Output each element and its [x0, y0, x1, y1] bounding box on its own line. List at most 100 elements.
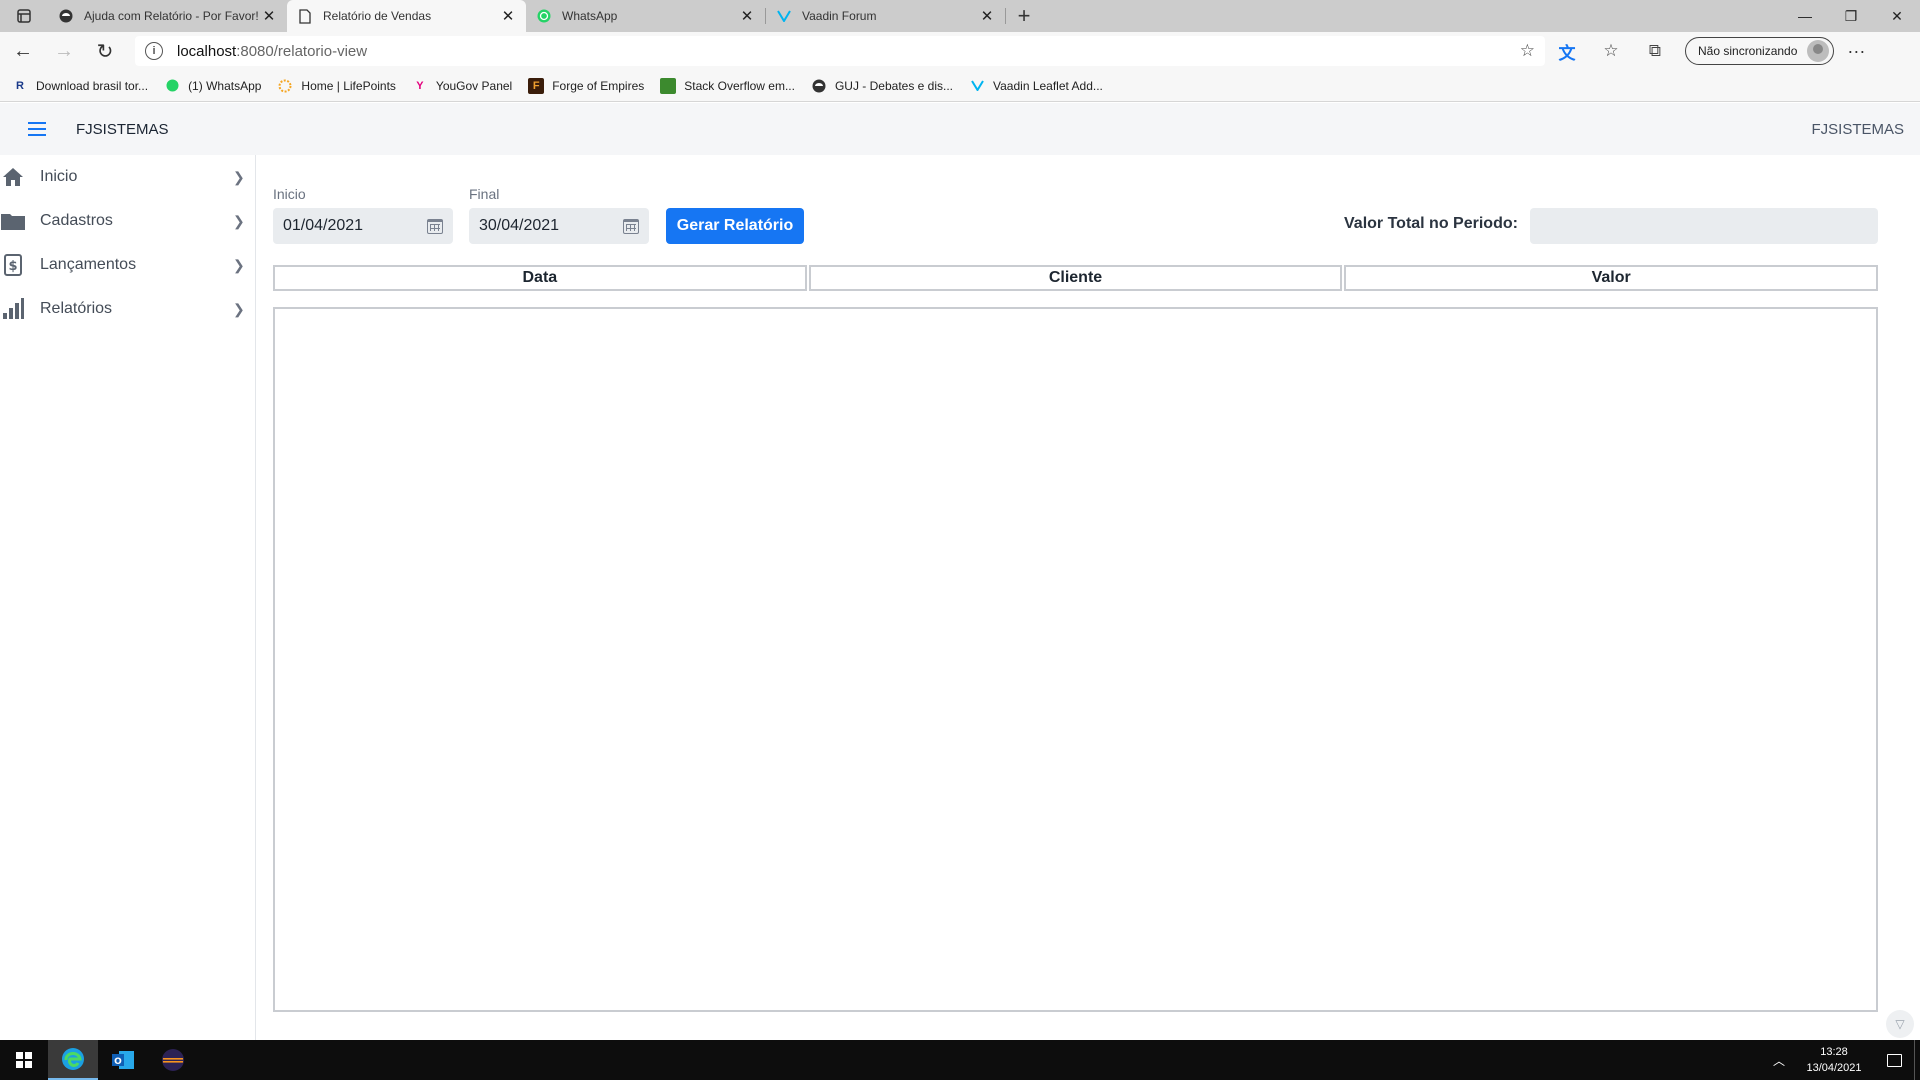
bookmark-label: Forge of Empires — [552, 78, 645, 93]
bookmark-item[interactable]: GUJ - Debates e dis... — [811, 78, 953, 94]
bookmark-item[interactable]: (1) WhatsApp — [164, 78, 261, 94]
avatar — [1807, 40, 1830, 62]
browser-tab[interactable]: Vaadin Forum ✕ — [766, 0, 1005, 32]
end-date-field[interactable]: 30/04/2021 — [469, 208, 649, 244]
bookmark-item[interactable]: Stack Overflow em... — [660, 77, 795, 94]
address-bar[interactable]: i localhost:8080/relatorio-view ☆ — [135, 36, 1545, 66]
close-tab-icon[interactable]: ✕ — [500, 7, 516, 25]
svg-text:$: $ — [8, 259, 17, 274]
notification-icon[interactable] — [1874, 1053, 1914, 1067]
outlook-taskbar-icon[interactable]: O — [98, 1040, 148, 1080]
close-tab-icon[interactable]: ✕ — [979, 7, 995, 25]
forum-icon — [58, 8, 74, 24]
folder-icon — [0, 209, 26, 233]
chevron-up-icon[interactable]: ︿ — [1764, 1052, 1794, 1069]
browser-tab[interactable]: WhatsApp ✕ — [526, 0, 765, 32]
forge-of-empires-icon: F — [528, 77, 545, 94]
whatsapp-icon — [164, 78, 180, 94]
table-body[interactable] — [273, 307, 1878, 1012]
vaadin-icon — [969, 78, 985, 94]
bookmark-item[interactable]: R Download brasil tor... — [12, 78, 148, 94]
stack-overflow-icon — [660, 77, 677, 94]
tab-actions-icon[interactable] — [0, 0, 48, 32]
favorites-icon[interactable]: ☆ — [1589, 41, 1633, 61]
clock-date: 13/04/2021 — [1806, 1062, 1862, 1074]
translate-icon[interactable]: 文 — [1545, 39, 1589, 64]
sidebar-item-label: Inicio — [40, 168, 78, 185]
menu-toggle-icon[interactable] — [28, 122, 46, 136]
browser-tab-strip: Ajuda com Relatório - Por Favor! ✕ Relat… — [0, 0, 1920, 32]
app-title: FJSISTEMAS — [76, 120, 169, 138]
start-date-label: Inicio — [273, 186, 306, 202]
site-info-icon[interactable]: i — [145, 42, 163, 60]
bookmark-item[interactable]: Y YouGov Panel — [412, 78, 512, 94]
bookmark-label: YouGov Panel — [435, 78, 513, 93]
browser-tab[interactable]: Ajuda com Relatório - Por Favor! ✕ — [48, 0, 287, 32]
collections-icon[interactable]: ⧉ — [1633, 41, 1677, 61]
bookmark-item[interactable]: Home | LifePoints — [277, 78, 396, 94]
tab-title: WhatsApp — [562, 9, 618, 23]
whatsapp-icon — [536, 8, 552, 24]
calendar-icon[interactable] — [623, 218, 639, 234]
sidebar-item-cadastros[interactable]: Cadastros ❯ — [0, 199, 255, 243]
close-window-icon[interactable]: ✕ — [1874, 0, 1920, 32]
sidebar-item-inicio[interactable]: Inicio ❯ — [0, 155, 255, 199]
app-title-right: FJSISTEMAS — [1811, 120, 1904, 138]
clock[interactable]: 13:28 13/04/2021 — [1794, 1044, 1874, 1076]
tab-title: Ajuda com Relatório - Por Favor! — [84, 9, 259, 23]
sidebar-item-label: Cadastros — [40, 212, 113, 229]
minimize-icon[interactable]: — — [1782, 0, 1828, 32]
yougov-icon: Y — [416, 79, 424, 92]
forward-icon[interactable]: → — [46, 35, 82, 67]
edge-taskbar-icon[interactable] — [48, 1040, 98, 1080]
close-tab-icon[interactable]: ✕ — [739, 7, 755, 25]
browser-tab-active[interactable]: Relatório de Vendas ✕ — [287, 0, 526, 32]
profile-sync-button[interactable]: Não sincronizando — [1685, 37, 1835, 65]
page-icon — [297, 8, 313, 24]
add-favorite-icon[interactable]: ☆ — [1520, 41, 1535, 61]
bookmark-item[interactable]: Vaadin Leaflet Add... — [969, 78, 1103, 94]
sync-label: Não sincronizando — [1698, 44, 1798, 58]
bookmark-item[interactable]: F Forge of Empires — [528, 77, 645, 94]
home-icon — [0, 165, 26, 189]
sidebar-item-label: Relatórios — [40, 300, 113, 317]
total-period-label: Valor Total no Periodo: — [1344, 215, 1518, 232]
chevron-right-icon: ❯ — [233, 300, 245, 317]
restore-icon[interactable]: ❐ — [1828, 0, 1874, 32]
bookmark-label: GUJ - Debates e dis... — [834, 78, 954, 93]
guj-icon — [811, 78, 827, 94]
close-tab-icon[interactable]: ✕ — [261, 7, 277, 25]
r-logo-icon: R — [16, 79, 24, 92]
new-tab-icon[interactable]: + — [1006, 0, 1042, 32]
windows-logo-icon — [16, 1052, 32, 1068]
windows-taskbar: O ︿ 13:28 13/04/2021 — [0, 1040, 1920, 1080]
sidebar: Inicio ❯ Cadastros ❯ $ Lançamentos ❯ Rel… — [0, 155, 256, 1040]
sidebar-item-lancamentos[interactable]: $ Lançamentos ❯ — [0, 243, 255, 287]
end-date-value: 30/04/2021 — [479, 217, 560, 234]
back-icon[interactable]: ← — [5, 35, 41, 67]
bookmark-label: Vaadin Leaflet Add... — [993, 78, 1103, 93]
vaadin-dev-tools-icon[interactable]: ▽ — [1886, 1010, 1914, 1038]
svg-text:O: O — [114, 1057, 122, 1067]
lifepoints-icon — [277, 78, 293, 94]
chevron-right-icon: ❯ — [233, 168, 245, 185]
refresh-icon[interactable]: ↻ — [87, 35, 123, 67]
start-date-field[interactable]: 01/04/2021 — [273, 208, 453, 244]
chevron-right-icon: ❯ — [233, 256, 245, 273]
more-icon[interactable]: ··· — [1834, 41, 1878, 62]
ledger-icon: $ — [0, 253, 26, 277]
sidebar-item-label: Lançamentos — [40, 256, 137, 273]
eclipse-taskbar-icon[interactable] — [148, 1040, 198, 1080]
generate-report-button[interactable]: Gerar Relatório — [666, 208, 804, 244]
column-header-valor[interactable]: Valor — [1344, 265, 1879, 291]
bookmark-label: Stack Overflow em... — [684, 78, 795, 93]
start-button[interactable] — [0, 1040, 48, 1080]
sidebar-item-relatorios[interactable]: Relatórios ❯ — [0, 287, 255, 331]
bookmarks-bar: R Download brasil tor... (1) WhatsApp Ho… — [0, 70, 1920, 102]
total-period-field[interactable] — [1530, 208, 1878, 244]
calendar-icon[interactable] — [427, 218, 443, 234]
browser-toolbar: ← → ↻ i localhost:8080/relatorio-view ☆ … — [0, 32, 1920, 70]
show-desktop-button[interactable] — [1914, 1040, 1920, 1080]
column-header-data[interactable]: Data — [273, 265, 807, 291]
column-header-cliente[interactable]: Cliente — [808, 265, 1343, 291]
